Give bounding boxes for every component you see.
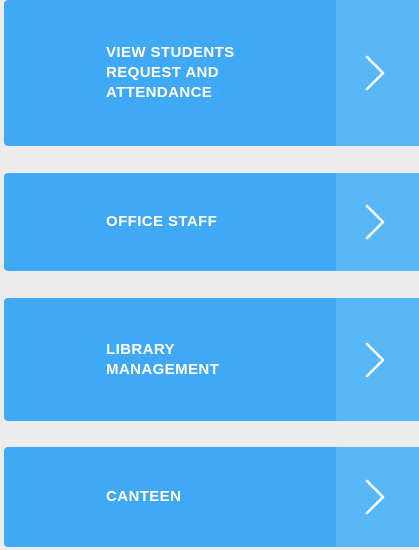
menu-item-label: OFFICE STAFF [106, 213, 218, 230]
arrow-panel[interactable] [336, 173, 419, 271]
menu-item-label: VIEW STUDENTS REQUEST AND ATTENDANCE [106, 44, 235, 101]
chevron-right-icon [365, 479, 385, 515]
menu-item-label: LIBRARY MANAGEMENT [106, 340, 220, 378]
arrow-panel[interactable] [336, 298, 419, 421]
arrow-panel[interactable] [336, 447, 419, 547]
menu-item-canteen[interactable]: CANTEEN [4, 447, 419, 547]
arrow-panel[interactable] [336, 0, 419, 146]
menu-item-office-staff[interactable]: OFFICE STAFF [4, 173, 419, 271]
chevron-right-icon [365, 55, 385, 91]
menu-item-library-management[interactable]: LIBRARY MANAGEMENT [4, 298, 419, 421]
menu-list: VIEW STUDENTS REQUEST AND ATTENDANCE OFF… [0, 0, 419, 550]
menu-item-view-students-request-and-attendance[interactable]: VIEW STUDENTS REQUEST AND ATTENDANCE [4, 0, 419, 146]
chevron-right-icon [365, 342, 385, 377]
chevron-right-icon [365, 204, 385, 240]
menu-item-label: CANTEEN [106, 488, 182, 505]
